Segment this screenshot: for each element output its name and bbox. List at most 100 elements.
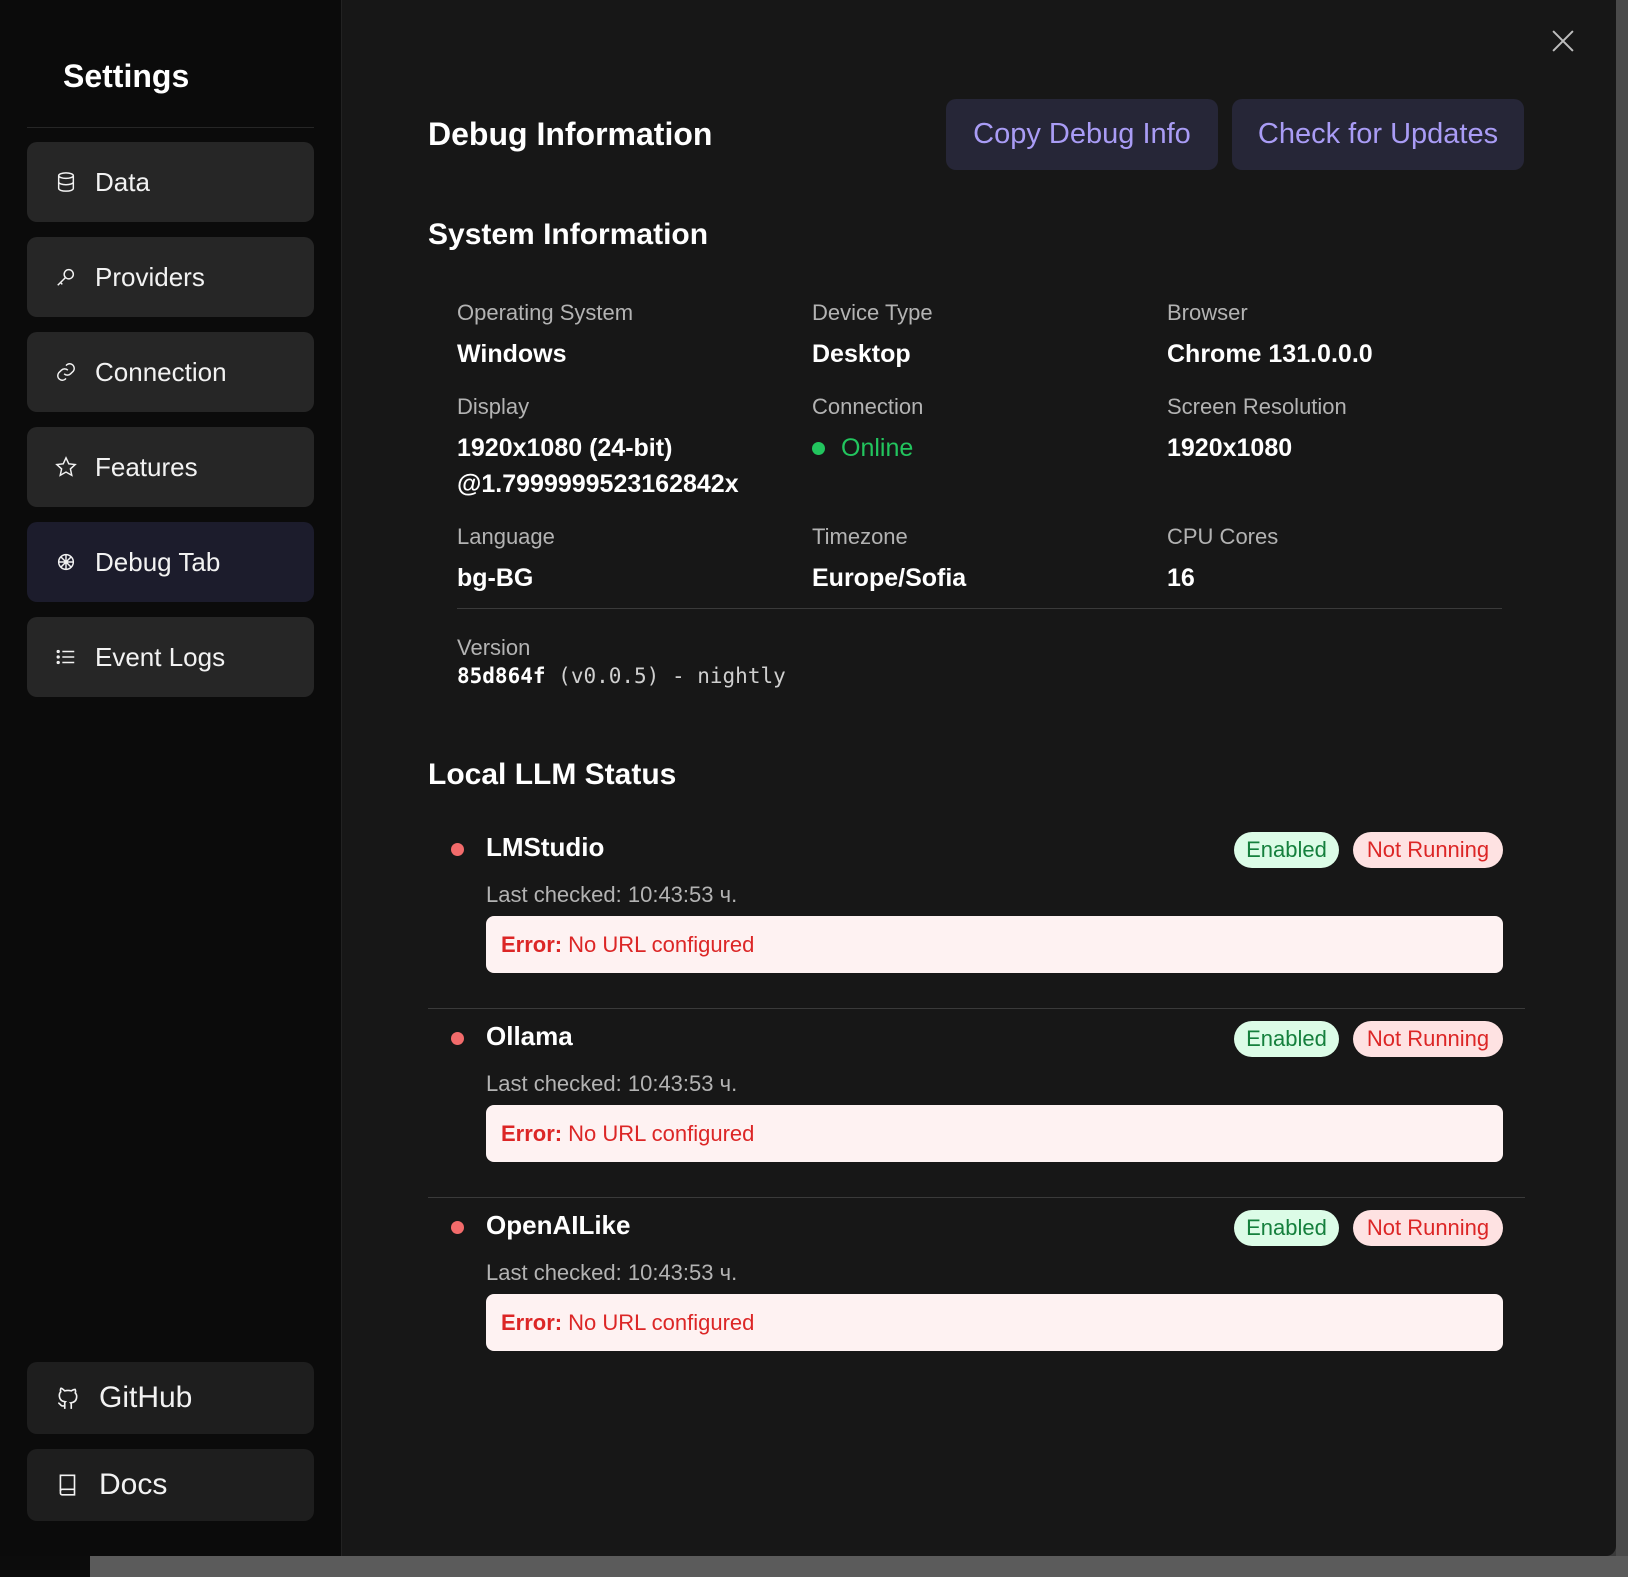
sidebar-item-label: Connection [95,356,227,387]
status-badge: Not Running [1353,1021,1503,1057]
bug-icon [55,551,77,573]
sidebar-footer: GitHub Docs [27,1362,314,1536]
info-value: Chrome 131.0.0.0 [1167,340,1373,368]
error-message: Error: No URL configured [486,916,1503,973]
info-label: CPU Cores [1167,524,1279,549]
sidebar-item-event-logs[interactable]: Event Logs [27,617,314,697]
error-text: No URL configured [568,1309,755,1335]
key-icon [55,266,77,288]
backdrop-bottom [0,1556,1628,1577]
last-checked: Last checked: 10:43:53 ч. [486,882,738,907]
connection-status: Online [812,430,923,466]
info-value: 1920x1080 (24-bit) [457,434,673,462]
llm-name: Ollama [486,1021,573,1051]
info-value: 16 [1167,564,1195,592]
info-timezone: Timezone Europe/Sofia [812,524,966,596]
info-label: Language [457,524,555,549]
sidebar-item-label: Data [95,166,150,197]
info-device-type: Device Type Desktop [812,300,933,372]
info-value: Europe/Sofia [812,564,967,592]
copy-debug-info-button[interactable]: Copy Debug Info [946,99,1218,170]
version-detail: (v0.0.5) - nightly [558,664,786,688]
llm-status-list: LMStudio Enabled Not Running Last checke… [428,820,1525,1386]
error-message: Error: No URL configured [486,1294,1503,1351]
info-browser: Browser Chrome 131.0.0.0 [1167,300,1373,372]
status-dot [451,1221,464,1234]
divider [457,608,1502,609]
status-badge: Not Running [1353,1210,1503,1246]
info-label: Timezone [812,524,908,549]
sidebar-item-label: Debug Tab [95,546,221,577]
error-label: Error: [501,1120,563,1146]
page-title: Debug Information [428,116,713,152]
sidebar-item-features[interactable]: Features [27,427,314,507]
version-hash: 85d864f [457,664,546,688]
error-label: Error: [501,1309,563,1335]
sidebar-divider [27,127,314,128]
github-label: GitHub [99,1381,193,1414]
status-dot [451,843,464,856]
info-cpu-cores: CPU Cores 16 [1167,524,1278,596]
github-link[interactable]: GitHub [27,1362,314,1434]
sidebar-item-providers[interactable]: Providers [27,237,314,317]
list-item: OpenAILike Enabled Not Running Last chec… [428,1198,1525,1386]
sidebar-item-label: Event Logs [95,641,226,672]
check-for-updates-button[interactable]: Check for Updates [1232,99,1524,170]
close-button[interactable] [1546,24,1580,58]
info-label: Screen Resolution [1167,394,1347,419]
online-dot [812,441,825,455]
list-icon [55,646,77,668]
error-message: Error: No URL configured [486,1105,1503,1162]
status-badge: Not Running [1353,832,1503,868]
info-label: Connection [812,394,924,419]
sidebar: Settings Data Providers Connection Featu… [0,0,342,1556]
last-checked: Last checked: 10:43:53 ч. [486,1260,738,1285]
info-value: Desktop [812,340,911,368]
info-os: Operating System Windows [457,300,633,372]
close-icon [1552,30,1574,52]
info-connection: Connection Online [812,394,923,466]
backdrop-edge [1616,0,1628,1577]
info-label: Operating System [457,300,634,325]
llm-name: LMStudio [486,832,605,862]
error-text: No URL configured [568,1120,755,1146]
info-label: Browser [1167,300,1248,325]
link-icon [55,361,77,383]
info-label: Device Type [812,300,933,325]
enabled-badge: Enabled [1234,832,1339,868]
sidebar-item-connection[interactable]: Connection [27,332,314,412]
docs-link[interactable]: Docs [27,1449,314,1521]
info-value: @1.7999999523162842x [457,470,739,498]
list-item: Ollama Enabled Not Running Last checked:… [428,1009,1525,1198]
info-label: Display [457,394,530,419]
list-item: LMStudio Enabled Not Running Last checke… [428,820,1525,1009]
llm-status-title: Local LLM Status [428,758,677,791]
docs-label: Docs [99,1468,168,1501]
status-dot [451,1032,464,1045]
sidebar-title: Settings [63,58,190,94]
sidebar-nav: Data Providers Connection Features Debug… [27,142,314,712]
llm-name: OpenAILike [486,1210,631,1240]
connection-value: Online [841,434,914,462]
version-label: Version [457,635,531,660]
error-text: No URL configured [568,931,755,957]
enabled-badge: Enabled [1234,1021,1339,1057]
info-value: 1920x1080 [1167,434,1293,462]
info-screen-resolution: Screen Resolution 1920x1080 [1167,394,1347,466]
info-display: Display 1920x1080 (24-bit) @1.7999999523… [457,394,739,502]
enabled-badge: Enabled [1234,1210,1339,1246]
book-icon [55,1472,81,1498]
sidebar-item-label: Features [95,451,198,482]
error-label: Error: [501,931,563,957]
backdrop-corner [0,1556,90,1577]
info-value: Windows [457,340,567,368]
star-icon [55,456,77,478]
sidebar-item-label: Providers [95,261,205,292]
sidebar-item-data[interactable]: Data [27,142,314,222]
database-icon [55,171,77,193]
sidebar-item-debug-tab[interactable]: Debug Tab [27,522,314,602]
info-value: bg-BG [457,564,534,592]
last-checked: Last checked: 10:43:53 ч. [486,1071,738,1096]
github-icon [55,1385,81,1411]
system-info-title: System Information [428,218,709,251]
